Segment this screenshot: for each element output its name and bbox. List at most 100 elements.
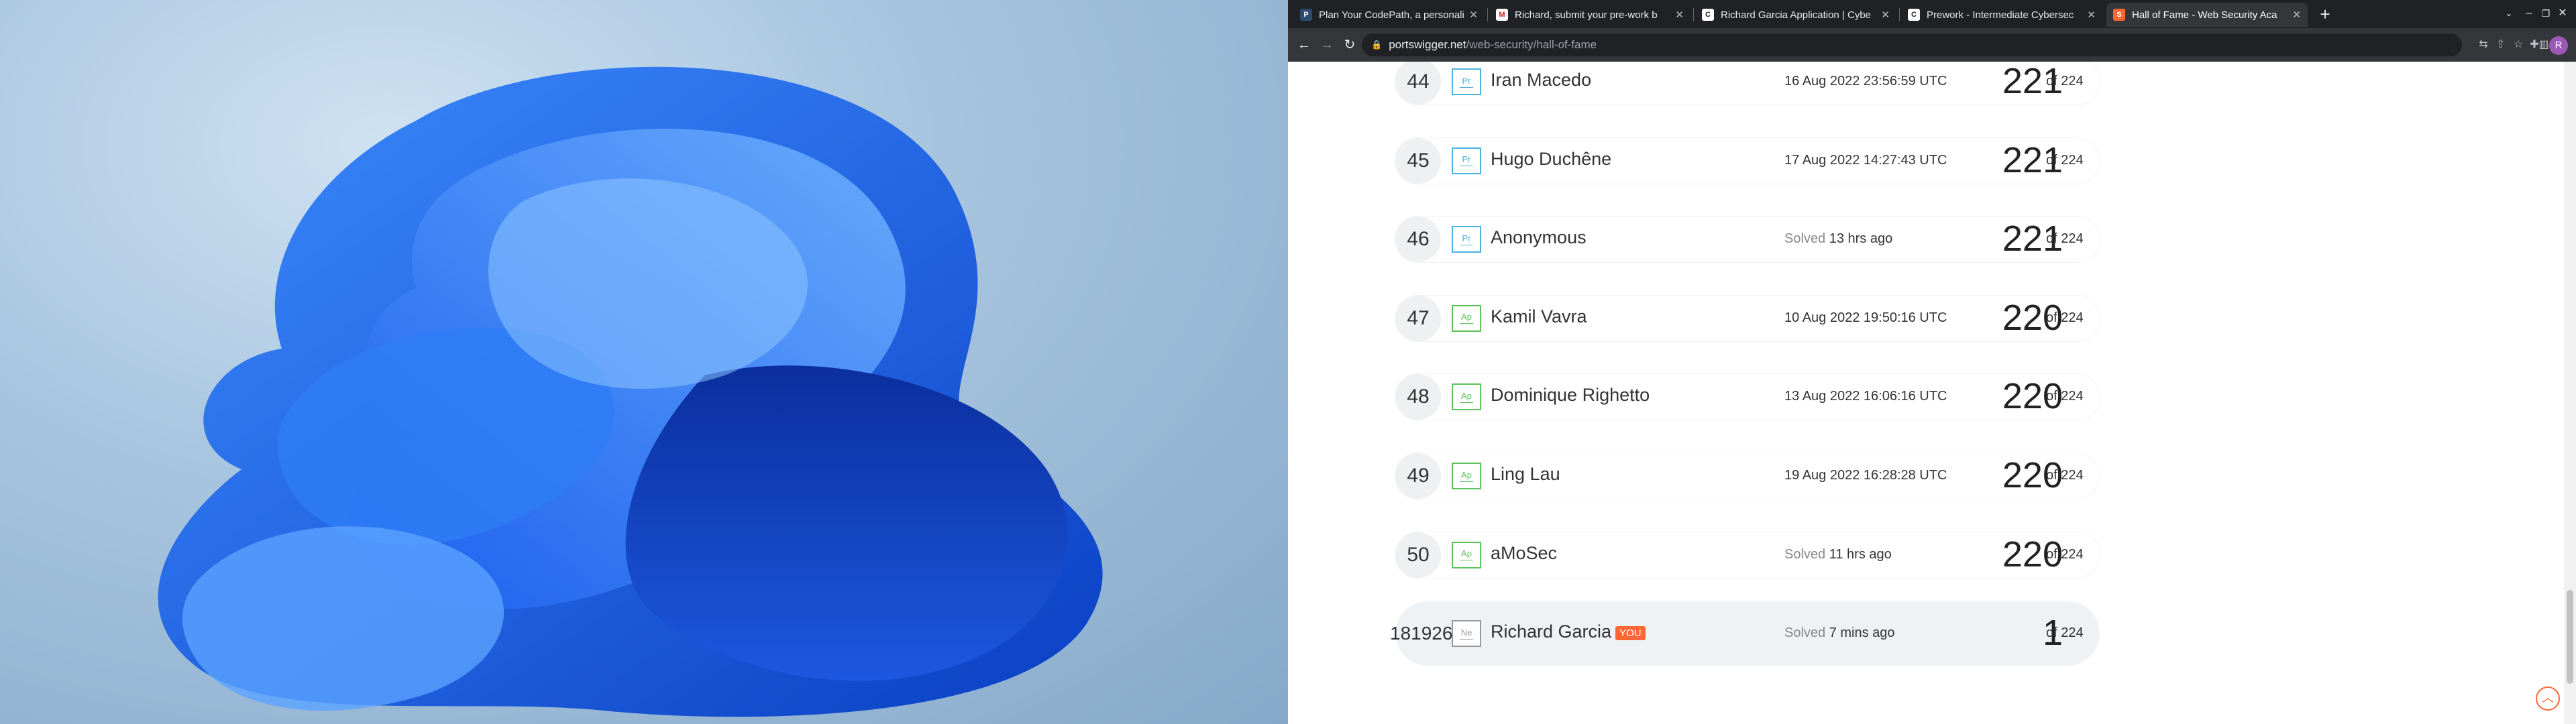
bookmark-star-icon[interactable]: ☆ [2510, 37, 2526, 53]
url-host: portswigger.net [1389, 38, 1466, 51]
score-total: of 224 [2046, 74, 2084, 88]
player-name[interactable]: Richard Garcia YOU [1491, 621, 1646, 642]
player-name[interactable]: Hugo Duchêne [1491, 149, 1611, 170]
level-badge-icon: Pr [1452, 147, 1481, 174]
score-total: of 224 [2046, 546, 2084, 562]
solved-time: 13 Aug 2022 16:06:16 UTC [1784, 389, 1947, 404]
tab-divider [1899, 8, 1900, 21]
score-total: of 224 [2046, 152, 2084, 168]
solved-time: Solved 11 hrs ago [1784, 547, 1892, 562]
tab-gmail[interactable]: M Richard, submit your pre-work b ✕ [1489, 3, 1690, 27]
current-user-row: 181926 Ne Richard Garcia YOU Solved 7 mins a… [1390, 601, 2100, 666]
rank-number: 46 [1395, 217, 1441, 263]
level-badge-icon: Ap [1452, 541, 1481, 568]
close-tab-icon[interactable]: ✕ [1675, 9, 1684, 21]
level-badge-icon: Ap [1452, 463, 1481, 489]
close-tab-icon[interactable]: ✕ [2087, 9, 2096, 21]
badge-label: Pr [1462, 75, 1471, 86]
tab-title: Hall of Fame - Web Security Aca [2132, 9, 2277, 21]
close-tab-icon[interactable]: ✕ [2292, 9, 2301, 21]
player-name-text[interactable]: Ling Lau [1491, 464, 1560, 484]
player-name-text[interactable]: Anonymous [1491, 227, 1587, 247]
close-window-icon[interactable]: ✕ [2549, 3, 2576, 24]
tab-divider [1487, 8, 1488, 21]
solved-time: Solved 13 hrs ago [1784, 231, 1892, 247]
codepath-favicon-icon: P [1300, 9, 1312, 21]
solved-value: 13 Aug 2022 16:06:16 UTC [1784, 389, 1947, 404]
solved-value: 7 mins ago [1829, 625, 1895, 641]
solved-prefix: Solved [1784, 625, 1826, 641]
close-tab-icon[interactable]: ✕ [1881, 9, 1890, 21]
tab-divider [1693, 8, 1694, 21]
share-icon[interactable]: ⇧ [2493, 37, 2509, 53]
solved-value: 17 Aug 2022 14:27:43 UTC [1784, 152, 1947, 168]
solved-value: 11 hrs ago [1829, 546, 1892, 562]
leaderboard-row: 45 Pr Hugo Duchêne 17 Aug 2022 14:27:43 UTC… [1395, 129, 2100, 193]
tab-strip: P Plan Your CodePath, a personaliz ✕ M R… [1288, 0, 2576, 28]
player-name[interactable]: Kamil Vavra [1491, 306, 1587, 327]
address-bar[interactable]: 🔒 portswigger.net/web-security/hall-of-f… [1362, 34, 2462, 56]
player-name-text[interactable]: Dominique Righetto [1491, 385, 1650, 405]
side-panel-icon[interactable]: ▥ [2538, 37, 2549, 53]
rank-number: 49 [1395, 453, 1441, 499]
score-total: of 224 [2046, 389, 2084, 404]
player-name-text[interactable]: aMoSec [1491, 543, 1557, 563]
level-badge-icon: Ne [1452, 620, 1481, 648]
rank-number: 50 [1395, 532, 1441, 578]
tab-hall-of-fame[interactable]: S Hall of Fame - Web Security Aca ✕ [2106, 3, 2308, 27]
badge-underline [1460, 638, 1473, 640]
player-name[interactable]: Anonymous [1491, 227, 1587, 248]
scrollbar-thumb[interactable] [2567, 590, 2573, 684]
profile-avatar[interactable]: R [2549, 36, 2568, 55]
solved-prefix: Solved [1784, 231, 1826, 247]
level-badge-icon: Ap [1452, 383, 1481, 411]
player-name-text[interactable]: Hugo Duchêne [1491, 149, 1611, 169]
forward-arrow-icon[interactable]: → [1316, 34, 1338, 56]
rank-number: 181926 [1390, 623, 1453, 644]
player-name[interactable]: aMoSec [1491, 543, 1557, 564]
level-badge-icon: Ap [1452, 304, 1481, 332]
rank-number: 48 [1395, 374, 1441, 420]
badge-underline [1460, 86, 1473, 88]
gmail-favicon-icon: M [1496, 9, 1508, 21]
tab-title: Prework - Intermediate Cybersec [1927, 9, 2074, 21]
leaderboard-row: 48 Ap Dominique Righetto 13 Aug 2022 16:06:… [1395, 365, 2100, 429]
badge-underline [1460, 323, 1473, 324]
close-tab-icon[interactable]: ✕ [1469, 9, 1478, 21]
badge-label: Ap [1461, 390, 1472, 401]
score-total: of 224 [2046, 310, 2084, 325]
player-name-text[interactable]: Iran Macedo [1491, 70, 1591, 90]
player-name-text[interactable]: Kamil Vavra [1491, 306, 1587, 326]
player-name[interactable]: Iran Macedo [1491, 70, 1591, 90]
solved-time: 10 Aug 2022 19:50:16 UTC [1784, 310, 1947, 326]
badge-underline [1460, 402, 1473, 403]
tab-application[interactable]: C Richard Garcia Application | Cybe ✕ [1695, 3, 1896, 27]
leaderboard-row: 46 Pr Anonymous Solved 13 hrs ago 221 of 224 [1395, 207, 2100, 272]
scroll-to-top-icon[interactable]: ︿ [2536, 686, 2560, 711]
solved-value: 13 hrs ago [1829, 231, 1893, 247]
player-name-text[interactable]: Richard Garcia [1491, 621, 1611, 642]
score-total: of 224 [2046, 231, 2084, 247]
leaderboard-row: 47 Ap Kamil Vavra 10 Aug 2022 19:50:16 UTC 2… [1395, 286, 2100, 351]
player-name[interactable]: Dominique Righetto [1491, 385, 1650, 406]
tab-title: Richard, submit your pre-work b [1515, 9, 1658, 21]
badge-label: Pr [1462, 233, 1471, 243]
back-arrow-icon[interactable]: ← [1293, 34, 1315, 56]
player-name[interactable]: Ling Lau [1491, 464, 1560, 485]
solved-value: 16 Aug 2022 23:56:59 UTC [1784, 74, 1947, 88]
score-total: of 224 [2046, 625, 2084, 641]
url-path: /web-security/hall-of-fame [1466, 38, 1597, 51]
reload-icon[interactable]: ↻ [1339, 34, 1360, 56]
tab-codepath[interactable]: P Plan Your CodePath, a personaliz ✕ [1293, 3, 1485, 27]
badge-underline [1460, 481, 1473, 482]
leaderboard-row: 44 Pr Iran Macedo 16 Aug 2022 23:56:59 UTC 2… [1395, 62, 2100, 114]
tab-title: Plan Your CodePath, a personaliz [1319, 9, 1464, 21]
solved-value: 19 Aug 2022 16:28:28 UTC [1784, 468, 1947, 483]
rank-number: 47 [1395, 295, 1441, 341]
new-tab-button[interactable]: + [2314, 4, 2336, 25]
tab-prework[interactable]: C Prework - Intermediate Cybersec ✕ [1901, 3, 2102, 27]
hall-of-fame-page: 44 Pr Iran Macedo 16 Aug 2022 23:56:59 UTC 2… [1288, 62, 2576, 724]
tab-title: Richard Garcia Application | Cybe [1721, 9, 1872, 21]
level-badge-icon: Pr [1452, 226, 1481, 253]
translate-icon[interactable]: ⇆ [2475, 37, 2491, 53]
